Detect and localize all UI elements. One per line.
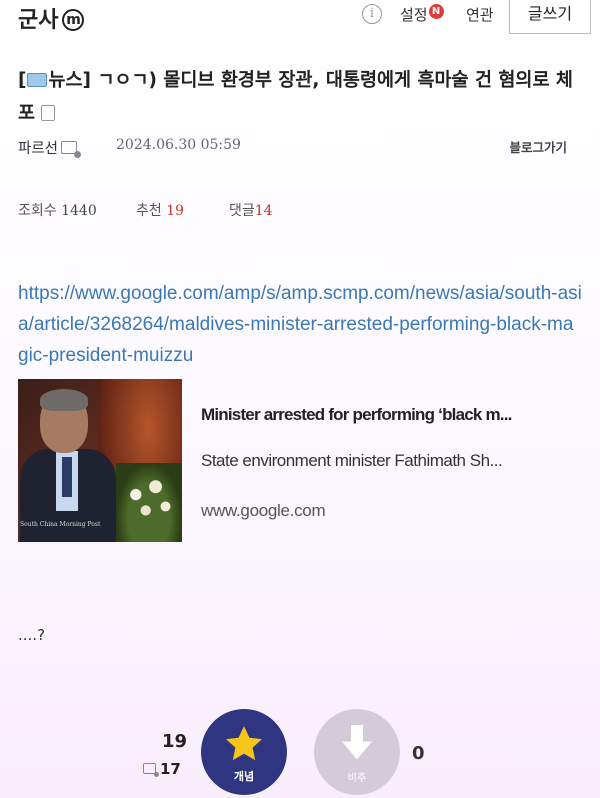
memo-icon — [61, 141, 82, 158]
thumbnail-tie — [62, 457, 72, 497]
comments-stat[interactable]: 댓글14 — [229, 200, 273, 220]
title-bracket-close: ] — [82, 70, 91, 91]
upvote-button[interactable]: 개념 — [201, 709, 287, 795]
comments-count: 14 — [254, 203, 273, 219]
recommend-stat: 추천 19 — [136, 200, 184, 220]
board-title[interactable]: 군사 m — [18, 2, 85, 34]
down-arrow-icon — [342, 725, 372, 760]
downvote-count: 0 — [412, 743, 425, 764]
blog-link[interactable]: 블로그가기 — [509, 137, 567, 156]
thumbnail-hair — [40, 389, 88, 411]
link-card-title: Minister arrested for performing ‘black … — [201, 405, 512, 424]
post-date: 2024.06.30 05:59 — [116, 137, 241, 153]
author-name: 파르선 — [18, 141, 59, 157]
thumbnail-flowers — [116, 463, 182, 542]
post-body: ....? — [18, 626, 46, 644]
views-label: 조회수 — [18, 203, 57, 219]
post-meta: 파르선 2024.06.30 05:59 블로그가기 — [18, 137, 583, 161]
new-badge: N — [428, 4, 444, 19]
thumbnail-caption: South China Morning Post — [20, 521, 101, 528]
upvote-count: 19 — [162, 731, 188, 752]
m-circle-icon: m — [62, 9, 85, 31]
memo-count-value: 17 — [160, 760, 181, 778]
memo-count: 17 — [143, 760, 181, 778]
link-preview-card[interactable]: South China Morning Post Minister arrest… — [18, 379, 583, 542]
recommend-count: 19 — [166, 203, 185, 219]
related-button[interactable]: 연관 — [466, 4, 494, 25]
title-bracket-open: [ — [18, 70, 27, 91]
link-thumbnail: South China Morning Post — [18, 379, 182, 542]
link-card-description: State environment minister Fathimath Sh.… — [201, 451, 503, 470]
article-url-link[interactable]: https://www.google.com/amp/s/amp.scmp.co… — [18, 278, 583, 371]
downvote-label: 비추 — [347, 773, 367, 784]
author[interactable]: 파르선 — [18, 137, 82, 158]
write-button[interactable]: 글쓰기 — [509, 0, 591, 34]
info-icon[interactable]: i — [362, 4, 382, 24]
vote-area: 19 17 개념 비추 0 — [0, 705, 600, 798]
downvote-button[interactable]: 비추 — [314, 709, 400, 795]
link-card-domain: www.google.com — [201, 501, 326, 520]
settings-button[interactable]: 설정 N — [400, 4, 444, 25]
title-text: ㄱㅇㄱ) 몰디브 환경부 장관, 대통령에게 흑마술 건 혐의로 체포 — [18, 70, 573, 124]
post-title: [ 뉴스] ㄱㅇㄱ) 몰디브 환경부 장관, 대통령에게 흑마술 건 혐의로 체포 — [18, 64, 583, 130]
upvote-label: 개념 — [233, 770, 255, 783]
title-category: 뉴스 — [48, 70, 83, 91]
star-icon — [225, 726, 263, 761]
image-icon — [41, 105, 56, 121]
views-stat: 조회수 1440 — [18, 200, 97, 220]
settings-label: 설정 — [400, 6, 428, 24]
recommend-label: 추천 — [136, 203, 162, 219]
views-count: 1440 — [61, 203, 97, 219]
comments-label: 댓글 — [229, 203, 255, 219]
board-title-text: 군사 — [18, 8, 59, 33]
tv-icon — [27, 73, 48, 87]
memo-icon — [143, 763, 159, 777]
top-bar: 군사 m i 설정 N 연관 글쓰기 — [0, 0, 600, 40]
